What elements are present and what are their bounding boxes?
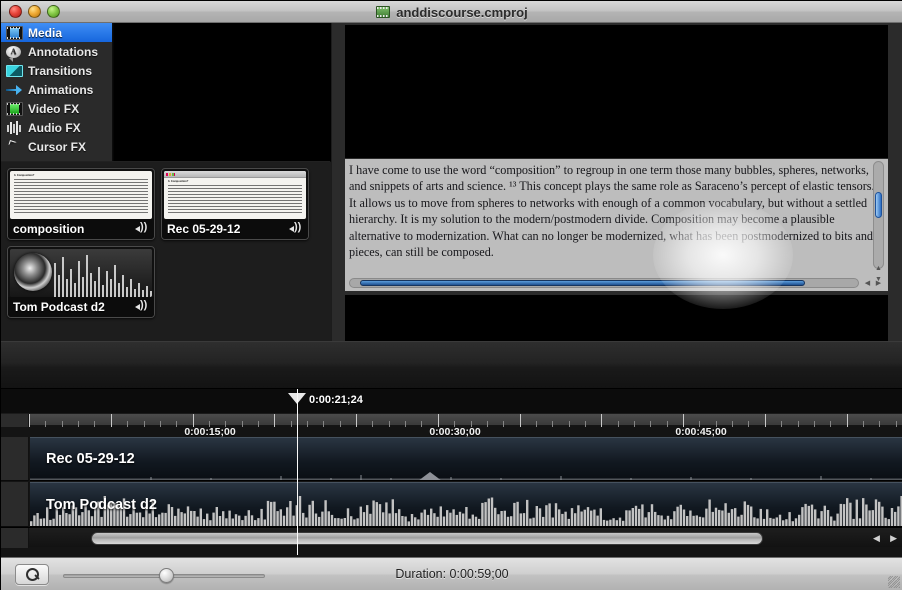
sidebar-item-label: Cursor FX: [28, 139, 87, 154]
minimize-button[interactable]: [28, 5, 41, 18]
speaker-icon: [135, 221, 149, 235]
clip-name: Rec 05-29-12: [167, 222, 241, 236]
sidebar-preview-pane: [113, 23, 331, 161]
preview-horizontal-scrollbar[interactable]: [349, 278, 859, 288]
sidebar-item-label: Video FX: [28, 101, 80, 116]
sidebar-item-audio-fx[interactable]: Audio FX: [1, 118, 112, 137]
scrollbar-thumb[interactable]: [875, 192, 882, 218]
preview-canvas-area: I have come to use the word “composition…: [332, 23, 902, 341]
scroll-right-icon[interactable]: ▶: [890, 534, 897, 543]
timeline: 0:00:21;24 0:00:15;00 0:00:30;00 0:00:45…: [1, 389, 902, 557]
title-center: anddiscourse.cmproj: [1, 1, 902, 23]
title-bar: anddiscourse.cmproj: [1, 1, 902, 23]
timeline-track-audio: Tom Podcast d2: [1, 482, 902, 527]
bin-clip-composition[interactable]: 3. Composition? composition: [7, 168, 155, 240]
waveform-icon: [6, 120, 23, 135]
transition-icon: [6, 65, 23, 77]
sidebar: Media A Annotations Transitions Animatio…: [1, 23, 113, 161]
bin-clip-rec-05-29-12[interactable]: 3. Composition? Rec 05-29-12: [161, 168, 309, 240]
canvas-letterbox-bottom: [345, 295, 888, 341]
sidebar-item-label: Media: [28, 25, 63, 40]
track-waveform: [30, 470, 902, 480]
timeline-horizontal-scrollbar[interactable]: [91, 532, 763, 545]
scrollbar-thumb[interactable]: [360, 280, 805, 286]
thumbnail-body-lines: [14, 179, 148, 213]
close-button[interactable]: [9, 5, 22, 18]
sidebar-item-label: Transitions: [28, 63, 93, 78]
speaker-icon: [135, 299, 149, 313]
scroll-left-icon[interactable]: ◀: [865, 279, 870, 287]
status-bar: Duration: 0:00:59;00: [1, 557, 902, 590]
clip-thumbnail: 3. Composition?: [10, 171, 152, 219]
sidebar-item-cursor-fx[interactable]: Cursor FX: [1, 137, 112, 156]
clip-label-row: Tom Podcast d2: [8, 297, 154, 317]
track-clip[interactable]: Rec 05-29-12: [30, 437, 902, 481]
green-filmstrip-icon: [6, 101, 23, 116]
speaker-icon: [289, 221, 303, 235]
cursor-arrow-icon: [6, 140, 23, 154]
track-waveform: [30, 496, 902, 526]
sidebar-item-media[interactable]: Media: [1, 23, 112, 42]
top-region: Media A Annotations Transitions Animatio…: [1, 23, 902, 341]
clip-name: Tom Podcast d2: [13, 300, 105, 314]
left-panel: Media A Annotations Transitions Animatio…: [1, 23, 331, 341]
speech-bubble-icon: A: [6, 45, 23, 59]
sidebar-item-label: Annotations: [28, 44, 98, 59]
sidebar-item-label: Animations: [28, 82, 94, 97]
sidebar-item-label: Audio FX: [28, 120, 81, 135]
track-clip[interactable]: Tom Podcast d2: [30, 482, 902, 527]
track-header[interactable]: [1, 437, 29, 481]
clip-thumbnail: [10, 249, 152, 297]
thumbnail-window-chrome: [164, 171, 306, 178]
scroll-right-icon[interactable]: ▶: [876, 279, 881, 287]
timeline-tracks: Rec 05-29-12 Tom Podcast d2: [1, 437, 902, 527]
filmstrip-icon: [6, 25, 23, 40]
track-clip-name: Rec 05-29-12: [46, 451, 135, 467]
preview-hscroll-arrows[interactable]: ◀ ▶: [862, 278, 884, 288]
window-title: anddiscourse.cmproj: [396, 4, 528, 20]
sidebar-item-transitions[interactable]: Transitions: [1, 61, 112, 80]
timeline-scrollbar-row: ◀ ▶: [1, 527, 902, 548]
speaker-cone-icon: [14, 253, 52, 291]
canvas-letterbox-top: [345, 25, 888, 158]
clip-label-row: composition: [8, 219, 154, 239]
document-preview-text: I have come to use the word “composition…: [349, 163, 875, 260]
bin-clip-tom-podcast-d2[interactable]: Tom Podcast d2: [7, 246, 155, 318]
thumbnail-heading: 3. Composition?: [14, 174, 35, 177]
sidebar-item-video-fx[interactable]: Video FX: [1, 99, 112, 118]
thumbnail-heading: 3. Composition?: [168, 180, 189, 183]
clip-name: composition: [13, 222, 85, 236]
media-bin: 3. Composition? composition 3. Compositi…: [1, 162, 331, 341]
clip-label-row: Rec 05-29-12: [162, 219, 308, 239]
project-film-icon: [376, 6, 391, 18]
timeline-ruler[interactable]: [1, 413, 902, 427]
duration-label: Duration: 0:00:59;00: [395, 567, 509, 581]
resize-grip[interactable]: [888, 576, 900, 588]
track-clip-name: Tom Podcast d2: [46, 496, 157, 513]
sidebar-item-animations[interactable]: Animations: [1, 80, 112, 99]
track-transition-handle[interactable]: [418, 472, 442, 480]
timeline-scroll-arrows[interactable]: ◀ ▶: [873, 533, 897, 544]
track-header[interactable]: [1, 482, 29, 527]
playhead-marker[interactable]: [288, 393, 306, 404]
application-window: anddiscourse.cmproj Media A Annotations …: [0, 0, 902, 590]
clip-thumbnail: 3. Composition?: [164, 171, 306, 219]
window-controls: [1, 5, 60, 18]
scroll-left-icon[interactable]: ◀: [873, 534, 880, 543]
ruler-label-row: 0:00:15;00 0:00:30;00 0:00:45;00: [1, 426, 902, 438]
timeline-track-video: Rec 05-29-12: [1, 437, 902, 481]
scrollbar-gutter: [1, 528, 29, 548]
transport-toolbar: ♫ ◀▌ ▌▶ ▶ ◀◀▌ ▌▶▶: [1, 341, 902, 389]
thumbnail-body-lines: [168, 185, 302, 213]
scroll-up-icon[interactable]: ▲: [875, 265, 882, 272]
arrow-right-icon: [6, 83, 23, 97]
zoom-button[interactable]: [47, 5, 60, 18]
preview-vertical-scrollbar[interactable]: [873, 161, 884, 269]
playhead-strip[interactable]: 0:00:21;24: [1, 389, 902, 413]
document-preview: I have come to use the word “composition…: [345, 159, 888, 291]
sidebar-item-annotations[interactable]: A Annotations: [1, 42, 112, 61]
playhead-time-label: 0:00:21;24: [309, 394, 363, 406]
